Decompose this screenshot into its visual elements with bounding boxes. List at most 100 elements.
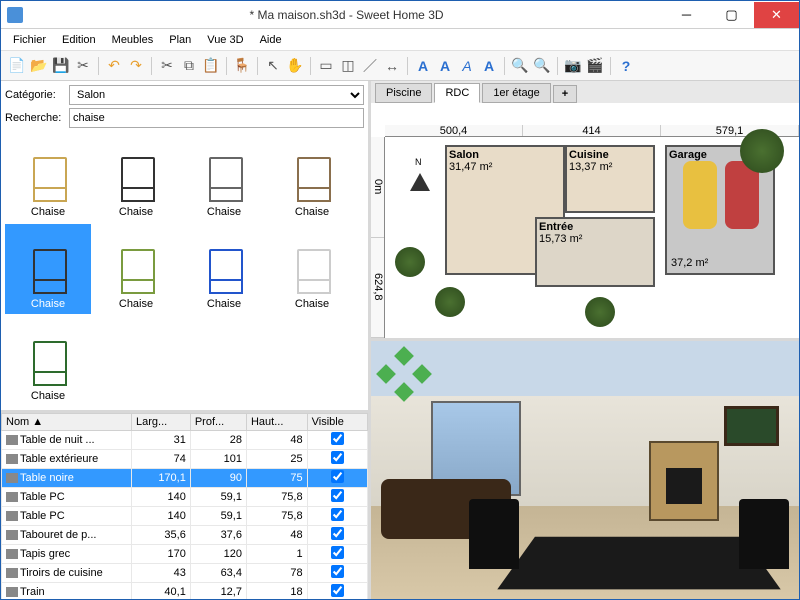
catalog-item[interactable]: Chaise [181, 224, 267, 314]
menu-meubles[interactable]: Meubles [104, 32, 162, 48]
column-header[interactable]: Prof... [190, 414, 246, 431]
catalog-item[interactable]: Chaise [269, 132, 355, 222]
catalog-item[interactable]: Chaise [93, 132, 179, 222]
table-row[interactable]: Tiroirs de cuisine4363,478 [2, 564, 368, 583]
catalog-item[interactable]: Chaise [5, 224, 91, 314]
catalog-item[interactable]: Chaise [93, 224, 179, 314]
text-a2-icon[interactable]: A [435, 56, 455, 76]
polyline-icon[interactable]: ／ [360, 56, 380, 76]
room-icon[interactable]: ◫ [338, 56, 358, 76]
zoom-out-icon[interactable]: 🔍 [532, 56, 552, 76]
catalog-item[interactable]: Chaise [5, 316, 91, 406]
dimension-icon[interactable]: ↔ [382, 56, 402, 76]
bush-icon[interactable] [395, 247, 425, 277]
paste-icon[interactable]: 📋 [201, 56, 221, 76]
table-row[interactable]: Table extérieure7410125 [2, 450, 368, 469]
cut-icon[interactable]: ✂ [157, 56, 177, 76]
undo-icon[interactable]: ↶ [104, 56, 124, 76]
chair-icon [199, 151, 249, 206]
close-button[interactable]: ✕ [754, 2, 799, 28]
text-a4-icon[interactable]: A [479, 56, 499, 76]
nav-right-icon[interactable] [412, 364, 432, 384]
menu-plan[interactable]: Plan [161, 32, 199, 48]
car-yellow[interactable] [683, 161, 717, 229]
bush-icon[interactable] [740, 129, 784, 173]
catalog-item[interactable]: Chaise [5, 132, 91, 222]
table-row[interactable]: Table PC14059,175,8 [2, 488, 368, 507]
video-icon[interactable]: 🎬 [585, 56, 605, 76]
fireplace-3d [649, 441, 719, 521]
new-file-icon[interactable]: 📄 [7, 56, 27, 76]
catalog-item-label: Chaise [31, 298, 65, 310]
category-select[interactable]: Salon [69, 85, 364, 105]
table-row[interactable]: Table PC14059,175,8 [2, 507, 368, 526]
camera-icon[interactable]: 📷 [563, 56, 583, 76]
table-row[interactable]: Tapis grec1701201 [2, 545, 368, 564]
help-icon[interactable]: ? [616, 56, 636, 76]
nav-down-icon[interactable] [394, 382, 414, 402]
visible-checkbox[interactable] [331, 527, 344, 540]
table-row[interactable]: Table noire170,19075 [2, 469, 368, 488]
text-a1-icon[interactable]: A [413, 56, 433, 76]
redo-icon[interactable]: ↷ [126, 56, 146, 76]
visible-checkbox[interactable] [331, 508, 344, 521]
menu-fichier[interactable]: Fichier [5, 32, 54, 48]
table-row[interactable]: Table de nuit ...312848 [2, 431, 368, 450]
catalog-item-label: Chaise [295, 206, 329, 218]
add-furniture-icon[interactable]: 🪑 [232, 56, 252, 76]
search-input[interactable] [69, 108, 364, 128]
minimize-button[interactable]: ─ [664, 2, 709, 28]
room-entree[interactable]: Entrée15,73 m² [535, 217, 655, 287]
chair-icon [23, 151, 73, 206]
wall-icon[interactable]: ▭ [316, 56, 336, 76]
visible-checkbox[interactable] [331, 470, 344, 483]
catalog-item-label: Chaise [31, 390, 65, 402]
catalog-item[interactable]: Chaise [181, 132, 267, 222]
column-header[interactable]: Larg... [132, 414, 191, 431]
3d-view[interactable] [371, 341, 799, 599]
open-file-icon[interactable]: 📂 [29, 56, 49, 76]
nav-left-icon[interactable] [376, 364, 396, 384]
3d-nav-control[interactable] [379, 349, 429, 399]
catalog-item-label: Chaise [31, 206, 65, 218]
plan-tabs: Piscine RDC 1er étage + [371, 81, 799, 103]
column-header[interactable]: Visible [307, 414, 367, 431]
visible-checkbox[interactable] [331, 451, 344, 464]
preferences-icon[interactable]: ✂ [73, 56, 93, 76]
tab-1er-etage[interactable]: 1er étage [482, 83, 550, 103]
window-titlebar: * Ma maison.sh3d - Sweet Home 3D ─ ▢ ✕ [1, 1, 799, 29]
visible-checkbox[interactable] [331, 432, 344, 445]
pan-icon[interactable]: ✋ [285, 56, 305, 76]
zoom-in-icon[interactable]: 🔍 [510, 56, 530, 76]
menu-edition[interactable]: Edition [54, 32, 104, 48]
copy-icon[interactable]: ⧉ [179, 56, 199, 76]
text-a3-icon[interactable]: A [457, 56, 477, 76]
menu-aide[interactable]: Aide [252, 32, 290, 48]
column-header[interactable]: Haut... [246, 414, 307, 431]
bush-icon[interactable] [435, 287, 465, 317]
column-header[interactable]: Nom ▲ [2, 414, 132, 431]
catalog-item-label: Chaise [295, 298, 329, 310]
table-row[interactable]: Tabouret de p...35,637,648 [2, 526, 368, 545]
nav-up-icon[interactable] [394, 346, 414, 366]
menu-vue3d[interactable]: Vue 3D [199, 32, 251, 48]
room-cuisine[interactable]: Cuisine13,37 m² [565, 145, 655, 213]
catalog-item[interactable]: Chaise [269, 224, 355, 314]
table-row[interactable]: Train40,112,718 [2, 583, 368, 600]
plan-view[interactable]: 500,4414579,1 0m624,8 Salon31,47 m² Cuis… [371, 103, 799, 341]
tab-add-button[interactable]: + [553, 85, 577, 103]
furniture-table: Nom ▲Larg...Prof...Haut...Visible Table … [1, 413, 368, 599]
catalog-item-label: Chaise [207, 206, 241, 218]
tab-piscine[interactable]: Piscine [375, 83, 432, 103]
furniture-icon [6, 511, 18, 521]
save-file-icon[interactable]: 💾 [51, 56, 71, 76]
bush-icon[interactable] [585, 297, 615, 327]
tab-rdc[interactable]: RDC [434, 83, 480, 103]
visible-checkbox[interactable] [331, 489, 344, 502]
select-icon[interactable]: ↖ [263, 56, 283, 76]
visible-checkbox[interactable] [331, 565, 344, 578]
visible-checkbox[interactable] [331, 546, 344, 559]
visible-checkbox[interactable] [331, 584, 344, 597]
chair-icon [23, 335, 73, 390]
maximize-button[interactable]: ▢ [709, 2, 754, 28]
